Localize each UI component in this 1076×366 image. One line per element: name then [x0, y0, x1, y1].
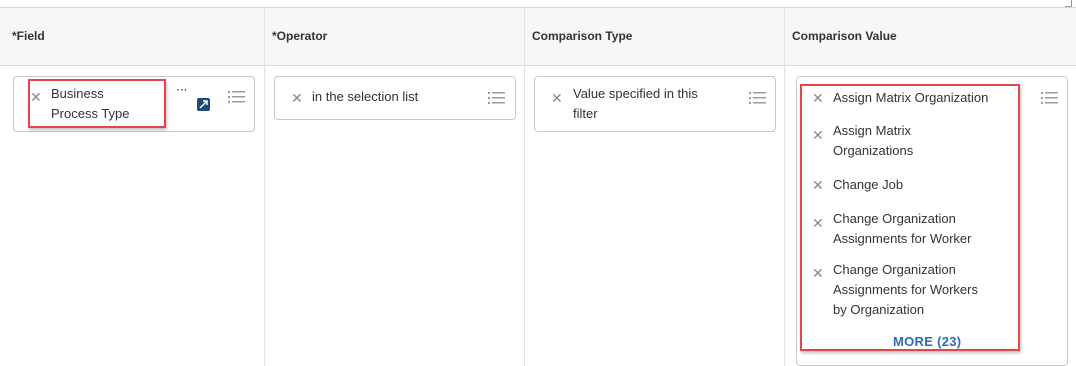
table-header: *Field *Operator Comparison Type Compari…	[0, 8, 1076, 66]
comparison-type-prompt[interactable]: ✕ Value specified in this filter	[534, 76, 776, 132]
column-header-field: *Field	[12, 29, 45, 43]
close-icon[interactable]: ✕	[291, 92, 303, 106]
column-header-comparison-type: Comparison Type	[532, 29, 633, 43]
field-highlight	[28, 79, 166, 128]
comparison-type-value: Value specified in this filter	[573, 86, 698, 121]
operator-value: in the selection list	[312, 89, 419, 104]
column-divider	[264, 8, 265, 366]
related-actions-icon[interactable]: ···	[176, 83, 187, 97]
list-icon[interactable]	[488, 91, 505, 105]
prompt-icon[interactable]	[197, 98, 210, 111]
list-icon[interactable]	[749, 91, 766, 105]
column-divider	[524, 8, 525, 366]
column-divider	[784, 8, 785, 366]
comparison-value-highlight	[800, 84, 1020, 351]
column-header-operator: *Operator	[272, 29, 328, 43]
operator-prompt[interactable]: ✕ in the selection list	[274, 76, 516, 120]
list-icon[interactable]	[1041, 91, 1058, 105]
resize-corner	[1065, 0, 1072, 7]
close-icon[interactable]: ✕	[551, 92, 563, 106]
list-icon[interactable]	[228, 90, 245, 104]
column-header-comparison-value: Comparison Value	[792, 29, 897, 43]
